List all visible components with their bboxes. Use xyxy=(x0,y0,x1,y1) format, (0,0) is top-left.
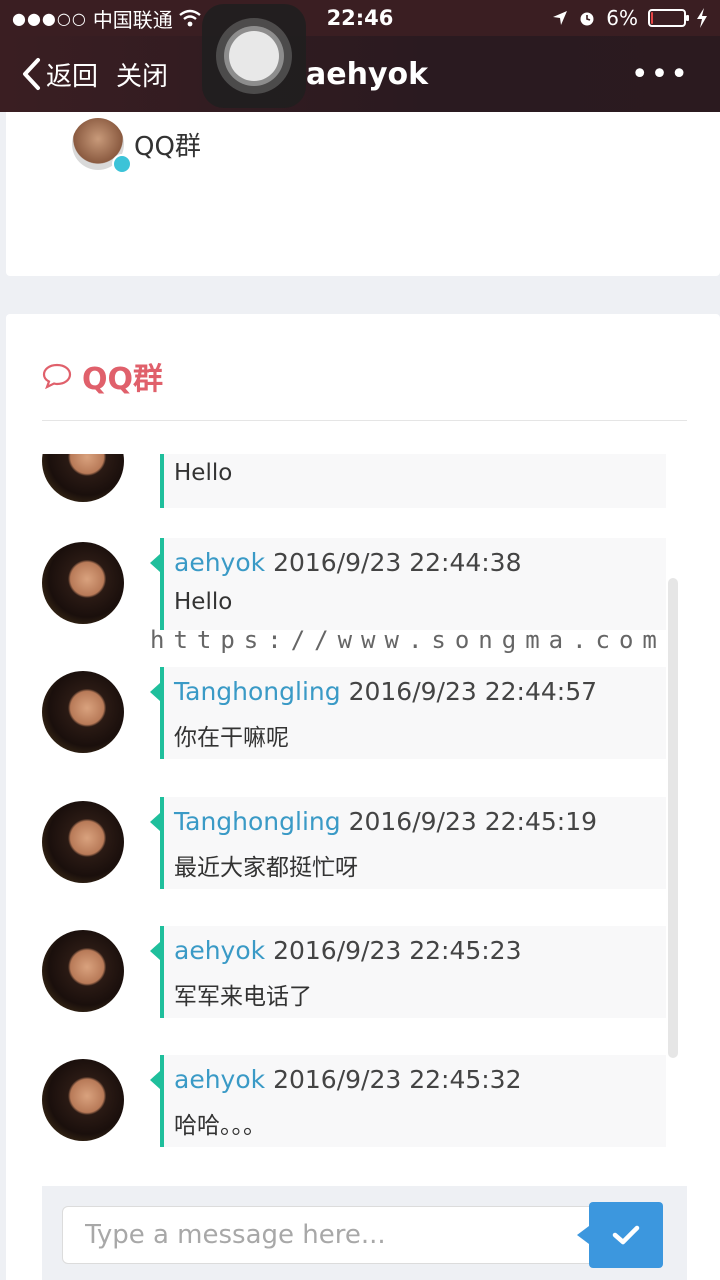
message-text: 你在干嘛呢 xyxy=(174,725,289,751)
message-author[interactable]: aehyok xyxy=(174,936,265,965)
assistive-touch-button[interactable] xyxy=(202,4,306,108)
avatar xyxy=(42,930,124,1012)
location-arrow-icon xyxy=(553,11,568,25)
message-author[interactable]: Tanghongling xyxy=(174,807,341,836)
page-title: aehyok xyxy=(306,56,429,92)
message-time: 2016/9/23 22:45:32 xyxy=(273,1065,522,1094)
message-author[interactable]: Tanghongling xyxy=(174,677,341,706)
avatar xyxy=(42,454,124,502)
message-time: 2016/9/23 22:45:23 xyxy=(273,936,522,965)
checkmark-icon xyxy=(612,1225,640,1245)
battery-percent: 6% xyxy=(606,6,638,30)
avatar xyxy=(42,542,124,624)
chevron-left-icon xyxy=(23,58,40,90)
status-right: 6% xyxy=(448,6,708,30)
message-header: Tanghongling 2016/9/23 22:44:57 xyxy=(174,677,656,706)
close-button[interactable]: 关闭 xyxy=(116,56,168,93)
message-text: 哈哈。。。 xyxy=(174,1113,266,1139)
message-list[interactable]: Hello aehyok 2016/9/23 22:44:38 Hello Ta… xyxy=(6,454,720,1154)
message-text: Hello xyxy=(174,460,233,486)
message-header: aehyok 2016/9/23 22:45:23 xyxy=(174,936,656,965)
battery-level xyxy=(651,12,653,24)
message-bubble: aehyok 2016/9/23 22:45:23 军军来电话了 xyxy=(150,926,666,1018)
message-bubble: Tanghongling 2016/9/23 22:44:57 你在干嘛呢 xyxy=(150,667,666,759)
message-bubble: Tanghongling 2016/9/23 22:45:19 最近大家都挺忙呀 xyxy=(150,797,666,889)
message-item: Hello xyxy=(42,454,672,508)
group-name: QQ群 xyxy=(134,131,201,162)
group-item[interactable]: QQ群 xyxy=(72,118,201,174)
assistive-touch-core xyxy=(229,31,279,81)
battery-icon xyxy=(648,9,689,27)
message-bubble: aehyok 2016/9/23 22:45:32 哈哈。。。 xyxy=(150,1055,666,1147)
group-card: QQ群 xyxy=(6,112,720,276)
status-bar: ●●●○○ 中国联通 22:46 6% xyxy=(0,0,720,36)
message-time: 2016/9/23 22:44:57 xyxy=(348,677,598,706)
message-composer xyxy=(42,1186,687,1280)
message-item: aehyok 2016/9/23 22:45:32 哈哈。。。 xyxy=(42,1055,672,1147)
message-item: Tanghongling 2016/9/23 22:44:57 你在干嘛呢 xyxy=(42,667,672,759)
message-header: Tanghongling 2016/9/23 22:45:19 xyxy=(174,807,656,836)
wifi-icon xyxy=(179,9,201,27)
message-author[interactable]: aehyok xyxy=(174,548,265,577)
message-text: Hello xyxy=(174,589,233,615)
online-status-icon xyxy=(112,154,132,174)
send-button[interactable] xyxy=(577,1202,663,1268)
message-item: aehyok 2016/9/23 22:45:23 军军来电话了 xyxy=(42,926,672,1018)
charging-bolt-icon xyxy=(697,8,707,28)
message-time: 2016/9/23 22:45:19 xyxy=(348,807,598,836)
message-author[interactable]: aehyok xyxy=(174,1065,265,1094)
assistive-touch-ring xyxy=(216,18,292,94)
carrier-label: 中国联通 xyxy=(92,7,173,32)
scrollbar[interactable] xyxy=(668,578,678,1058)
alarm-icon xyxy=(580,12,594,26)
avatar xyxy=(42,1059,124,1141)
chat-header: QQ群 xyxy=(42,354,163,398)
chat-card: QQ群 Hello aehyok 2016/9/23 22:44:38 Hell… xyxy=(6,314,720,1280)
watermark: https://www.songma.com xyxy=(150,626,666,654)
message-time: 2016/9/23 22:44:38 xyxy=(273,548,522,577)
avatar xyxy=(42,801,124,883)
comment-icon xyxy=(42,363,72,389)
divider xyxy=(42,420,687,421)
message-text: 军军来电话了 xyxy=(174,984,312,1010)
chat-title: QQ群 xyxy=(82,362,164,397)
message-header: aehyok 2016/9/23 22:45:32 xyxy=(174,1065,656,1094)
avatar xyxy=(72,118,132,174)
message-input[interactable] xyxy=(62,1206,622,1264)
avatar xyxy=(42,671,124,753)
back-label: 返回 xyxy=(46,61,99,92)
more-options-button[interactable]: ••• xyxy=(631,57,690,92)
assistive-touch-ring-inner xyxy=(224,26,284,86)
nav-bar: 返回 关闭 aehyok ••• xyxy=(0,36,720,112)
message-item: Tanghongling 2016/9/23 22:45:19 最近大家都挺忙呀 xyxy=(42,797,672,889)
message-header: aehyok 2016/9/23 22:44:38 xyxy=(174,548,656,577)
signal-strength-icon: ●●●○○ xyxy=(12,8,87,28)
message-item: aehyok 2016/9/23 22:44:38 Hello xyxy=(42,538,672,630)
back-button[interactable]: 返回 xyxy=(20,56,98,93)
message-text: 最近大家都挺忙呀 xyxy=(174,855,358,881)
message-bubble: Hello xyxy=(160,454,666,508)
message-bubble: aehyok 2016/9/23 22:44:38 Hello xyxy=(150,538,666,630)
